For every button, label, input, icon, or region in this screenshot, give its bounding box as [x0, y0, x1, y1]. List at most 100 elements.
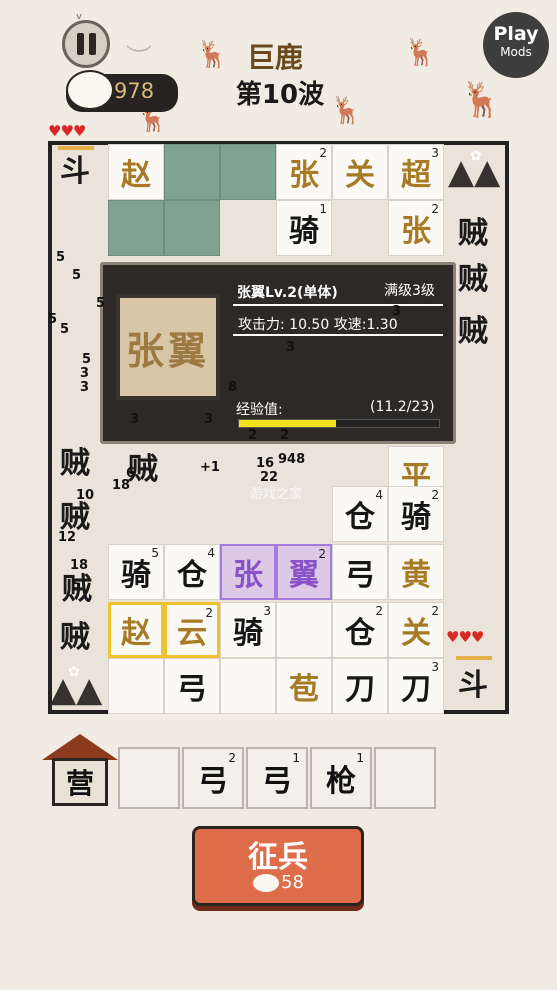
unit-level: 2	[319, 146, 327, 160]
unit-char: 骑	[233, 616, 263, 651]
pause-icon	[76, 33, 84, 55]
unit-level: 2	[205, 606, 213, 620]
exit-marker-top: 斗	[60, 154, 90, 189]
unit-level: 4	[375, 488, 383, 502]
flag-icon	[58, 146, 94, 150]
damage-number: 3	[286, 340, 296, 355]
enemy-bandit: 贼	[458, 262, 488, 297]
unit-tile[interactable]: 仓4	[164, 544, 220, 600]
barracks-label: 营	[52, 758, 108, 806]
recruit-cost: 58	[281, 872, 304, 893]
bench-slot[interactable]: 枪1	[310, 747, 372, 809]
unit-char: 骑	[121, 558, 151, 593]
bird-icon: ︶	[126, 44, 153, 74]
damage-number: 18	[70, 558, 89, 573]
bench-slot[interactable]	[374, 747, 436, 809]
divider	[233, 334, 443, 336]
damage-number: 2	[280, 428, 290, 443]
unit-char: 骑	[289, 214, 319, 249]
lives-top: ♥♥♥	[48, 122, 86, 140]
unit-tile[interactable]: 弓	[164, 658, 220, 714]
unit-tile[interactable]: 关	[332, 144, 388, 200]
damage-number: 948	[278, 452, 306, 467]
unit-char: 张	[289, 158, 319, 193]
unit-tile[interactable]: 张2	[388, 200, 444, 256]
speed-value: 1.30	[366, 317, 398, 333]
egg-coin-icon	[66, 70, 114, 110]
unit-tile[interactable]: 刀3	[388, 658, 444, 714]
unit-level: 4	[207, 546, 215, 560]
unit-tile[interactable]: 苞	[276, 658, 332, 714]
roof-icon	[42, 734, 118, 760]
unit-char: 超	[401, 158, 431, 193]
exit-marker-bottom: 斗	[458, 668, 488, 703]
unit-tile[interactable]: 关2	[388, 602, 444, 658]
enemy-bandit: 贼	[458, 314, 488, 349]
unit-tile[interactable]: 翼2	[276, 544, 332, 600]
unit-tile[interactable]: 骑5	[108, 544, 164, 600]
unit-bench: 弓2弓1枪1	[118, 747, 438, 809]
unit-tile[interactable]: 超3	[388, 144, 444, 200]
unit-tile[interactable]: 张	[220, 544, 276, 600]
empty-cell[interactable]	[276, 602, 332, 658]
play-mods-line2: Mods	[500, 45, 532, 59]
unit-tile[interactable]: 张2	[276, 144, 332, 200]
bench-slot[interactable]: 弓1	[246, 747, 308, 809]
bench-slot[interactable]	[118, 747, 180, 809]
damage-number: 3	[80, 366, 90, 381]
empty-cell[interactable]	[220, 658, 276, 714]
popup-stats: 攻击力: 10.50 攻速:1.30	[238, 314, 398, 334]
unit-char: 黄	[401, 558, 431, 593]
attack-label: 攻击力:	[238, 317, 285, 333]
popup-unit-name: 张翼Lv.2(单体)	[237, 285, 338, 301]
bench-unit-char: 弓	[262, 764, 292, 799]
damage-number: 5	[56, 250, 66, 265]
unit-level: 1	[319, 202, 327, 216]
pause-button[interactable]	[62, 20, 110, 68]
unit-level: 3	[431, 146, 439, 160]
unit-tile[interactable]: 云2	[164, 602, 220, 658]
play-mods-button[interactable]: Play Mods	[483, 12, 549, 78]
unit-tile[interactable]: 赵	[108, 144, 164, 200]
unit-level: 2	[431, 488, 439, 502]
damage-number: 5	[82, 352, 92, 367]
bench-unit-level: 2	[228, 751, 236, 765]
unit-tile[interactable]: 仓2	[332, 602, 388, 658]
empty-cell[interactable]	[108, 658, 164, 714]
barracks-button[interactable]: 营	[42, 734, 118, 810]
unit-tile[interactable]: 骑2	[388, 486, 444, 542]
unit-tile[interactable]: 骑1	[276, 200, 332, 256]
enemy-bandit: 贼	[60, 446, 90, 481]
unit-char: 仓	[177, 558, 207, 593]
unit-char: 张	[233, 558, 263, 593]
unit-tile[interactable]: 赵	[108, 602, 164, 658]
unit-level: 2	[375, 604, 383, 618]
lives-bottom: ♥♥♥	[446, 628, 484, 646]
unit-char: 仓	[345, 616, 375, 651]
unit-tile[interactable]: 仓4	[332, 486, 388, 542]
bench-unit-level: 1	[292, 751, 300, 765]
empty-cell[interactable]	[164, 200, 220, 256]
unit-char: 赵	[121, 158, 151, 193]
unit-char: 刀	[345, 672, 375, 707]
unit-tile[interactable]: 弓	[332, 544, 388, 600]
unit-char: 苞	[289, 672, 319, 707]
unit-tile[interactable]: 黄	[388, 544, 444, 600]
empty-cell[interactable]	[220, 144, 276, 200]
empty-cell[interactable]	[108, 200, 164, 256]
unit-level: 2	[431, 202, 439, 216]
popup-max-level: 满级3级	[384, 283, 435, 299]
unit-tile[interactable]: 骑3	[220, 602, 276, 658]
damage-number: 5	[72, 268, 82, 283]
unit-level: 2	[318, 547, 326, 561]
enemy-bandit: 贼	[458, 216, 488, 251]
unit-char: 关	[345, 158, 375, 193]
unit-level: 2	[431, 604, 439, 618]
unit-tile[interactable]: 刀	[332, 658, 388, 714]
damage-number: 5	[48, 312, 58, 327]
empty-cell[interactable]	[164, 144, 220, 200]
damage-number: 3	[130, 412, 140, 427]
play-mods-line1: Play	[493, 23, 539, 45]
damage-number: 3	[392, 304, 402, 319]
bench-slot[interactable]: 弓2	[182, 747, 244, 809]
